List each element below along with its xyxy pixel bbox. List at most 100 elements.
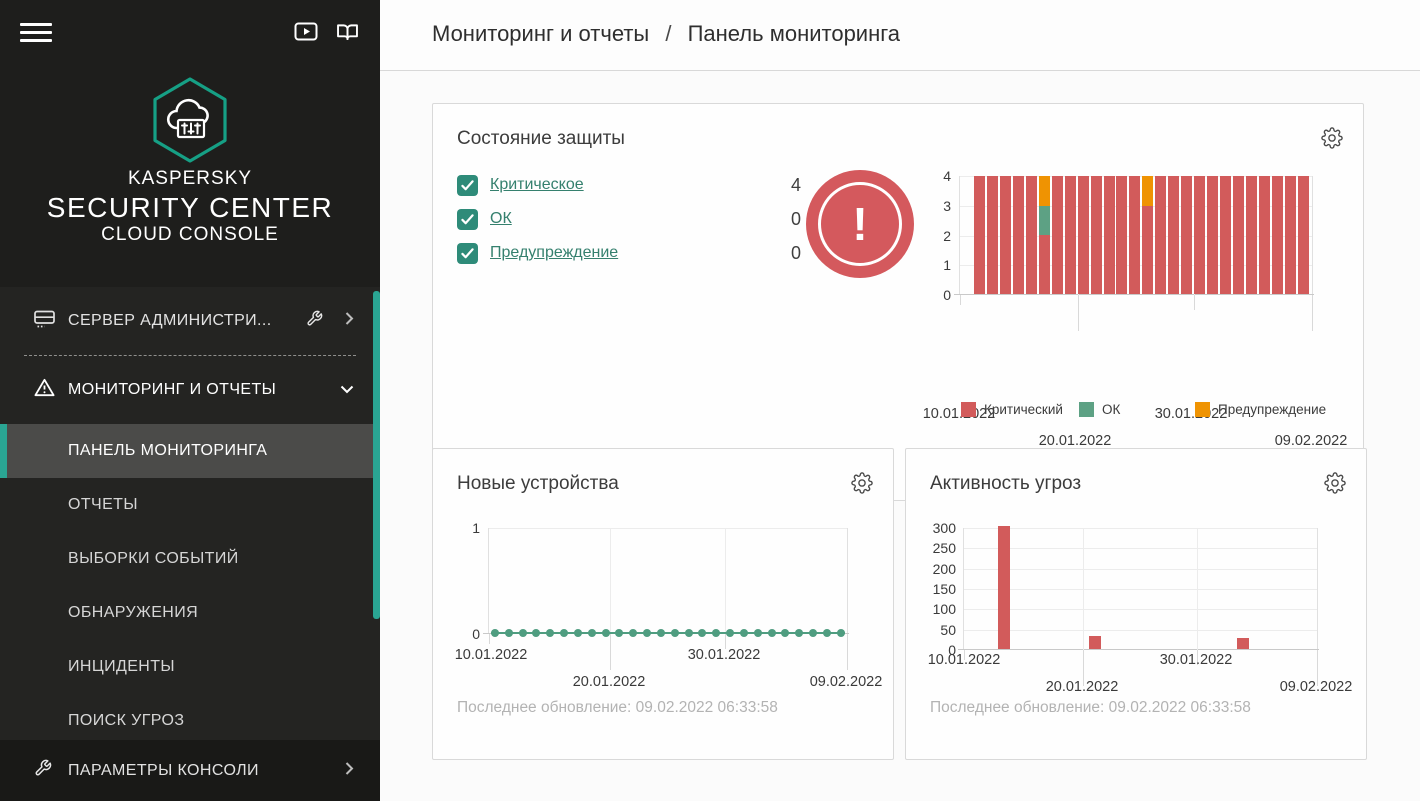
sidebar-item-label: ВЫБОРКИ СОБЫТИЙ (68, 550, 239, 568)
protection-status-chart (959, 176, 1313, 295)
protection-bar (1013, 176, 1024, 294)
check-icon (461, 214, 474, 225)
protection-bar (1052, 176, 1063, 294)
protection-bar (974, 176, 985, 294)
status-link-critical[interactable]: Критическое (490, 176, 584, 194)
protection-bar (1142, 176, 1153, 294)
menu-hamburger-icon[interactable] (20, 23, 52, 45)
y-tick: 1 (927, 257, 951, 273)
bars (964, 528, 1317, 650)
new-devices-chart (488, 528, 848, 634)
line-marker (532, 629, 540, 637)
line-marker (740, 629, 748, 637)
breadcrumb-monitoring[interactable]: Мониторинг и отчеты (432, 21, 649, 46)
chevron-down-icon (340, 381, 354, 399)
line-markers (491, 629, 845, 637)
alert-ring: ! (818, 182, 902, 266)
protection-bar (1285, 176, 1296, 294)
line-marker (519, 629, 527, 637)
console-settings-zone: ПАРАМЕТРЫ КОНСОЛИ (0, 740, 380, 801)
gear-icon[interactable] (1324, 472, 1346, 494)
protection-bar (1116, 176, 1127, 294)
y-tick: 3 (927, 198, 951, 214)
protection-bar (1233, 176, 1244, 294)
status-link-ok[interactable]: ОК (490, 210, 512, 228)
line-marker (574, 629, 582, 637)
kaspersky-logo-icon (151, 76, 229, 169)
x-tick: 09.02.2022 (1270, 679, 1362, 695)
protection-bar (1091, 176, 1102, 294)
last-update-text: Последнее обновление: 09.02.2022 06:33:5… (930, 699, 1251, 717)
video-tutorial-button[interactable] (294, 22, 318, 46)
line-marker (491, 629, 499, 637)
legend-item-ok: ОК (1079, 402, 1120, 417)
sidebar-item-event-selections[interactable]: ВЫБОРКИ СОБЫТИЙ (0, 532, 380, 586)
sidebar-item-reports[interactable]: ОТЧЕТЫ (0, 478, 380, 532)
check-icon (461, 248, 474, 259)
x-tick: 30.01.2022 (678, 647, 770, 663)
sidebar-item-administration-server[interactable]: СЕРВЕР АДМИНИСТРИ... (0, 287, 380, 355)
gear-icon[interactable] (1321, 127, 1343, 149)
y-tick: 4 (927, 168, 951, 184)
sidebar-item-dashboard[interactable]: ПАНЕЛЬ МОНИТОРИНГА (0, 424, 380, 478)
book-icon (336, 23, 359, 41)
wrench-icon[interactable] (306, 310, 323, 332)
sidebar-item-console-settings[interactable]: ПАРАМЕТРЫ КОНСОЛИ (0, 740, 380, 801)
line-marker (685, 629, 693, 637)
chevron-right-icon (345, 761, 354, 780)
exclamation-icon: ! (852, 201, 867, 247)
sidebar-scrollbar[interactable] (373, 291, 380, 619)
line-marker (795, 629, 803, 637)
line-marker (726, 629, 734, 637)
stacked-bars (974, 176, 1309, 294)
y-tick: 0 (927, 287, 951, 303)
sidebar-item-label: ОБНАРУЖЕНИЯ (68, 604, 198, 622)
documentation-button[interactable] (336, 23, 359, 46)
protection-bar (1168, 176, 1179, 294)
sidebar-item-label: ПАРАМЕТРЫ КОНСОЛИ (68, 762, 259, 780)
status-row-ok: ОК 0 (457, 206, 512, 232)
sidebar-item-label: СЕРВЕР АДМИНИСТРИ... (68, 312, 272, 330)
last-update-text: Последнее обновление: 09.02.2022 06:33:5… (457, 699, 778, 717)
sidebar-item-monitoring-reports[interactable]: МОНИТОРИНГ И ОТЧЕТЫ (0, 356, 380, 424)
line-marker (698, 629, 706, 637)
status-value-warning: 0 (791, 243, 801, 264)
gear-icon[interactable] (851, 472, 873, 494)
breadcrumb-separator: / (665, 21, 671, 46)
critical-alert-badge: ! (806, 170, 914, 278)
sidebar-item-detections[interactable]: ОБНАРУЖЕНИЯ (0, 586, 380, 640)
checkbox-warning[interactable] (457, 243, 478, 264)
x-tick: 20.01.2022 (563, 674, 655, 690)
chart-legend: Критический ОК Предупреждение (433, 402, 1363, 418)
protection-bar (1246, 176, 1257, 294)
protection-bar (1078, 176, 1089, 294)
y-tick: 100 (916, 601, 956, 617)
line-marker (505, 629, 513, 637)
page-header: Мониторинг и отчеты / Панель мониторинга (380, 0, 1420, 71)
sidebar-item-incidents[interactable]: ИНЦИДЕНТЫ (0, 640, 380, 694)
chevron-right-icon (345, 312, 354, 331)
x-tick: 09.02.2022 (800, 674, 892, 690)
card-title: Активность угроз (930, 473, 1081, 495)
line-marker (657, 629, 665, 637)
card-protection-status: Состояние защиты Критическое 4 ОК 0 (432, 103, 1364, 501)
card-title: Состояние защиты (457, 128, 625, 150)
status-row-warning: Предупреждение 0 (457, 240, 618, 266)
line-marker (671, 629, 679, 637)
main-area: Мониторинг и отчеты / Панель мониторинга… (380, 0, 1420, 801)
status-link-warning[interactable]: Предупреждение (490, 244, 618, 262)
protection-bar (1000, 176, 1011, 294)
protection-bar (1181, 176, 1192, 294)
line-marker (560, 629, 568, 637)
protection-bar (1104, 176, 1115, 294)
line-marker (643, 629, 651, 637)
protection-bar (1039, 176, 1050, 294)
protection-bar (987, 176, 998, 294)
status-value-critical: 4 (791, 175, 801, 196)
x-tick: 10.01.2022 (918, 652, 1010, 668)
protection-bar (1129, 176, 1140, 294)
line-marker (768, 629, 776, 637)
checkbox-ok[interactable] (457, 209, 478, 230)
checkbox-critical[interactable] (457, 175, 478, 196)
threat-bar (1089, 636, 1101, 649)
